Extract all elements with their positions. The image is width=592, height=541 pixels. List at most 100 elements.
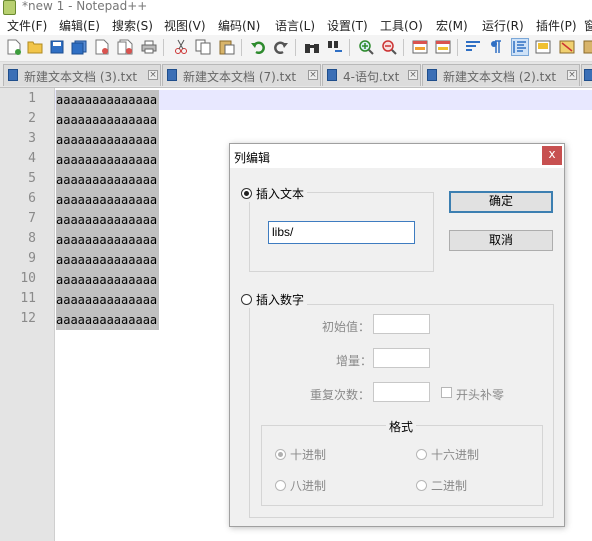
- zoom-in-icon[interactable]: [357, 38, 375, 56]
- menu-run[interactable]: 运行(R): [482, 17, 524, 34]
- line-number-gutter: 1 2 3 4 5 6 7 8 9 10 11 12: [0, 88, 55, 541]
- sync-v-icon[interactable]: [411, 38, 429, 56]
- code-line[interactable]: aaaaaaaaaaaaaa: [56, 170, 160, 190]
- repeat-count-label: 重复次数：: [310, 388, 371, 402]
- open-file-icon[interactable]: [26, 38, 44, 56]
- function-list-icon[interactable]: [558, 38, 576, 56]
- menu-macro[interactable]: 宏(M): [436, 17, 468, 34]
- increment-input[interactable]: [373, 348, 430, 368]
- radio-button[interactable]: [416, 480, 427, 491]
- increment-label: 增量：: [336, 354, 373, 368]
- code-line[interactable]: aaaaaaaaaaaaaa: [56, 230, 160, 250]
- radio-button[interactable]: [275, 449, 286, 460]
- line-number: 2: [28, 111, 36, 126]
- tab-doc-3[interactable]: 新建文本文档 (3).txt ×: [3, 64, 161, 86]
- tab-overflow[interactable]: [581, 64, 592, 86]
- menu-encoding[interactable]: 编码(N): [218, 17, 260, 34]
- tab-close-icon[interactable]: ×: [408, 70, 418, 80]
- insert-text-radio[interactable]: 插入文本: [241, 185, 308, 202]
- decimal-label: 十进制: [290, 448, 327, 462]
- radio-button[interactable]: [275, 480, 286, 491]
- radio-button[interactable]: [241, 188, 252, 199]
- print-icon[interactable]: [140, 38, 158, 56]
- hex-radio[interactable]: 十六进制: [416, 446, 479, 463]
- save-all-icon[interactable]: [70, 38, 88, 56]
- indent-guide-icon[interactable]: [511, 38, 529, 56]
- code-line[interactable]: aaaaaaaaaaaaaa: [56, 130, 160, 150]
- file-icon: [427, 69, 437, 81]
- doc-map-icon[interactable]: [534, 38, 552, 56]
- code-line[interactable]: aaaaaaaaaaaaaa: [56, 150, 160, 170]
- copy-icon[interactable]: [194, 38, 212, 56]
- zoom-out-icon[interactable]: [380, 38, 398, 56]
- code-line[interactable]: aaaaaaaaaaaaaa: [56, 290, 160, 310]
- initial-value-input[interactable]: [373, 314, 430, 334]
- menu-view[interactable]: 视图(V): [164, 17, 206, 34]
- ok-button[interactable]: 确定: [449, 191, 553, 213]
- binary-radio[interactable]: 二进制: [416, 477, 467, 494]
- code-line[interactable]: aaaaaaaaaaaaaa: [56, 270, 160, 290]
- cancel-button[interactable]: 取消: [449, 230, 553, 251]
- new-file-icon[interactable]: [5, 38, 23, 56]
- tab-label: 新建文本文档 (3).txt: [24, 70, 138, 84]
- folder-workspace-icon[interactable]: [580, 38, 592, 56]
- menu-settings[interactable]: 设置(T): [327, 17, 368, 34]
- menu-file[interactable]: 文件(F): [7, 17, 47, 34]
- file-icon: [167, 69, 177, 81]
- menu-language[interactable]: 语言(L): [275, 17, 315, 34]
- menu-search[interactable]: 搜索(S): [112, 17, 153, 34]
- code-line[interactable]: aaaaaaaaaaaaaa: [56, 310, 160, 330]
- code-line[interactable]: aaaaaaaaaaaaaa: [56, 250, 160, 270]
- notepad-plus-plus-icon: [3, 0, 16, 15]
- paste-icon[interactable]: [218, 38, 236, 56]
- line-number: 1: [28, 91, 36, 106]
- octal-radio[interactable]: 八进制: [275, 477, 326, 494]
- radio-button[interactable]: [241, 294, 252, 305]
- menu-plugins[interactable]: 插件(P): [536, 17, 577, 34]
- dialog-title: 列编辑: [234, 151, 271, 165]
- hex-label: 十六进制: [431, 448, 480, 462]
- tab-close-icon[interactable]: ×: [148, 70, 158, 80]
- radio-button[interactable]: [416, 449, 427, 460]
- menu-edit[interactable]: 编辑(E): [59, 17, 100, 34]
- tab-label: 新建文本文档 (2).txt: [443, 70, 557, 84]
- decimal-radio[interactable]: 十进制: [275, 446, 326, 463]
- menu-tools[interactable]: 工具(O): [380, 17, 423, 34]
- code-line[interactable]: aaaaaaaaaaaaaa: [56, 90, 160, 110]
- replace-icon[interactable]: [326, 38, 344, 56]
- close-icon[interactable]: x: [542, 146, 562, 165]
- insert-text-input[interactable]: libs/: [268, 221, 415, 244]
- close-all-icon[interactable]: [116, 38, 134, 56]
- code-line[interactable]: aaaaaaaaaaaaaa: [56, 210, 160, 230]
- format-title: 格式: [386, 418, 417, 435]
- line-number: 3: [28, 131, 36, 146]
- repeat-count-input[interactable]: [373, 382, 430, 402]
- code-line[interactable]: aaaaaaaaaaaaaa: [56, 190, 160, 210]
- save-icon[interactable]: [48, 38, 66, 56]
- tab-close-icon[interactable]: ×: [567, 70, 577, 80]
- file-icon: [584, 69, 592, 81]
- code-line[interactable]: aaaaaaaaaaaaaa: [56, 110, 160, 130]
- line-number: 7: [28, 211, 36, 226]
- close-icon[interactable]: [93, 38, 111, 56]
- menu-window[interactable]: 窗: [584, 17, 592, 34]
- line-number: 11: [20, 291, 36, 306]
- leading-zero-label: 开头补零: [456, 388, 505, 402]
- tab-doc-2[interactable]: 新建文本文档 (2).txt ×: [422, 64, 580, 86]
- word-wrap-icon[interactable]: [464, 38, 482, 56]
- tab-doc-7[interactable]: 新建文本文档 (7).txt ×: [162, 64, 321, 86]
- sync-h-icon[interactable]: [434, 38, 452, 56]
- tab-bar: 新建文本文档 (3).txt × 新建文本文档 (7).txt × 4-语句.t…: [0, 62, 592, 88]
- insert-number-radio[interactable]: 插入数字: [241, 291, 308, 308]
- tab-statements[interactable]: 4-语句.txt ×: [322, 64, 421, 86]
- line-number: 4: [28, 151, 36, 166]
- tab-label: 新建文本文档 (7).txt: [183, 70, 297, 84]
- leading-zero-checkbox[interactable]: [441, 387, 452, 398]
- cut-icon[interactable]: [172, 38, 190, 56]
- redo-icon[interactable]: [272, 38, 290, 56]
- show-all-chars-icon[interactable]: [487, 38, 505, 56]
- dialog-title-bar: 列编辑 x: [230, 144, 564, 168]
- undo-icon[interactable]: [249, 38, 267, 56]
- tab-close-icon[interactable]: ×: [308, 70, 318, 80]
- find-icon[interactable]: [303, 38, 321, 56]
